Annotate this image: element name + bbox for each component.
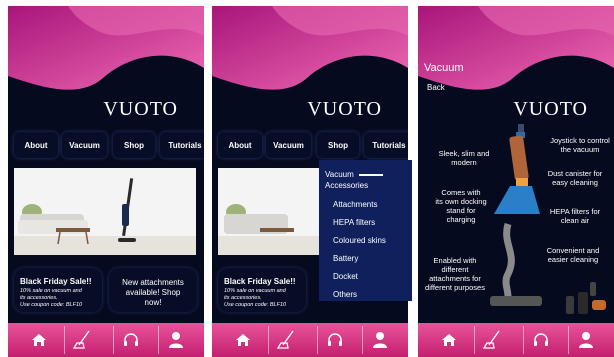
sale-line-2: its accessories. [20,295,58,301]
black-friday-card[interactable]: Black Friday Sale!! 10% sale on vacuum a… [14,268,102,312]
dropdown-accessories[interactable]: Accessories [325,181,368,190]
dropdown-item[interactable]: Coloured skins [333,236,386,245]
nav-vacuum-button[interactable]: Vacuum [62,132,107,158]
dropdown-item[interactable]: Attachments [333,200,377,209]
feature-attachments: Enabled with different attachments for diff… [425,256,485,292]
dropdown-vacuum[interactable]: Vacuum [325,170,354,179]
support-tab[interactable] [317,326,351,354]
support-tab[interactable] [113,326,147,354]
sale-line-3: Use coupon code: BLF10 [224,302,287,308]
home-tab[interactable] [226,326,259,354]
shop-dropdown-menu: Vacuum Accessories Attachments HEPA filt… [319,160,412,301]
vacuum-tab[interactable] [64,326,98,354]
feature-sleek: Sleek, slim and modern [438,149,490,167]
feature-docking: Comes with its own docking stand for chargi… [435,188,487,224]
vacuum-icon [72,330,90,349]
nav-tutorials-button[interactable]: Tutorials [160,132,204,158]
headset-icon [327,333,342,346]
feature-joystick: Joystick to control the vacuum [550,136,610,154]
bottom-tab-bar [8,323,204,357]
dropdown-item[interactable]: Battery [333,254,358,263]
sale-title: Black Friday Sale!! [224,277,296,286]
dropdown-item[interactable]: HEPA filters [333,218,375,227]
home-icon [235,334,250,346]
attach-line-2: available! Shop [125,288,181,297]
nav-shop-button[interactable]: Shop [317,132,359,158]
home-tab[interactable] [22,326,55,354]
support-tab[interactable] [523,326,557,354]
feature-convenient: Convenient and easier cleaning [546,246,600,264]
vacuum-detail-screen: Vacuum Back VUOTO Sleek, slim and modern … [418,6,614,357]
attach-line-3: now! [144,298,162,307]
attachments-illustration [566,282,606,314]
sale-line-3: Use coupon code: BLF10 [20,302,83,308]
page-title: Vacuum [424,62,464,74]
dropdown-item[interactable]: Others [333,290,357,299]
sale-line-1: 10% sale on vacuum and [224,288,286,294]
attach-line-1: New attachments [122,278,184,287]
sale-line-2: its accessories. [224,295,262,301]
hero-image [14,168,196,255]
vacuum-tab[interactable] [268,326,302,354]
profile-tab[interactable] [568,326,602,354]
home-screen: VUOTO About Vacuum Shop Tutorials Black … [8,6,204,357]
home-icon [31,334,46,346]
black-friday-card[interactable]: Black Friday Sale!! 10% sale on vacuum a… [218,268,306,312]
profile-icon [168,332,183,348]
bottom-tab-bar [418,323,614,357]
new-attachments-card[interactable]: New attachments available! Shop now! [109,268,197,312]
profile-icon [578,332,593,348]
headset-icon [123,333,138,346]
brand-logo: VUOTO [513,98,588,120]
sale-title: Black Friday Sale!! [20,277,92,286]
dropdown-divider [359,174,383,176]
vacuum-tab[interactable] [474,326,508,354]
home-tab[interactable] [432,326,465,354]
sale-line-1: 10% sale on vacuum and [20,288,82,294]
brand-logo: VUOTO [307,98,382,120]
nav-vacuum-button[interactable]: Vacuum [266,132,311,158]
home-icon [441,334,456,346]
headset-icon [533,333,548,346]
feature-hepa: HEPA filters for clean air [549,207,601,225]
profile-tab[interactable] [362,326,396,354]
profile-tab[interactable] [158,326,192,354]
feature-dust-canister: Dust canister for easy cleaning [547,169,603,187]
nav-tutorials-button[interactable]: Tutorials [364,132,408,158]
brand-logo: VUOTO [103,98,178,120]
nav-shop-button[interactable]: Shop [113,132,155,158]
vacuum-icon [482,330,500,349]
nav-about-button[interactable]: About [14,132,58,158]
dropdown-item[interactable]: Docket [333,272,358,281]
profile-icon [372,332,387,348]
back-button[interactable]: Back [427,83,445,92]
nav-about-button[interactable]: About [218,132,262,158]
bottom-tab-bar [212,323,408,357]
vacuum-icon [276,330,294,349]
